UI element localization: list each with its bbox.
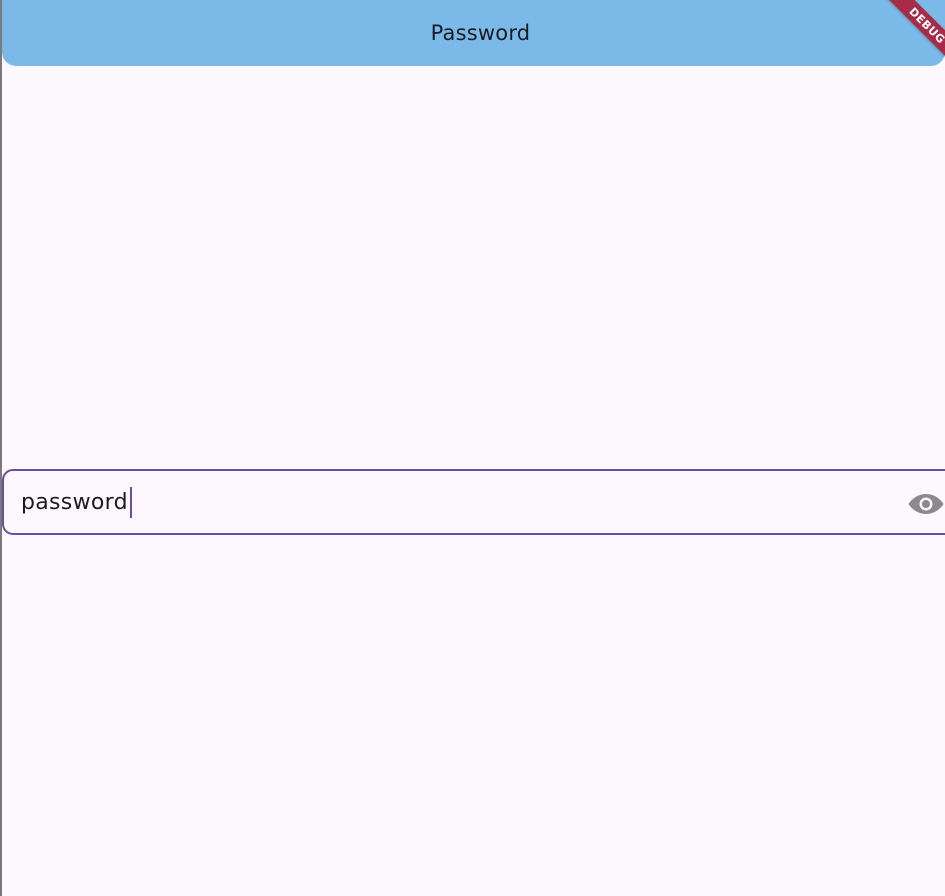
text-caret	[129, 486, 133, 518]
window-left-edge	[0, 0, 2, 896]
eye-icon	[908, 494, 944, 514]
app-window: Password DEBUG password	[0, 0, 945, 896]
password-input-value[interactable]: password	[21, 490, 128, 515]
page-title: Password	[430, 21, 531, 45]
toggle-visibility-button[interactable]	[908, 489, 945, 519]
app-bar: Password	[2, 0, 945, 66]
password-field[interactable]: password	[2, 469, 945, 535]
